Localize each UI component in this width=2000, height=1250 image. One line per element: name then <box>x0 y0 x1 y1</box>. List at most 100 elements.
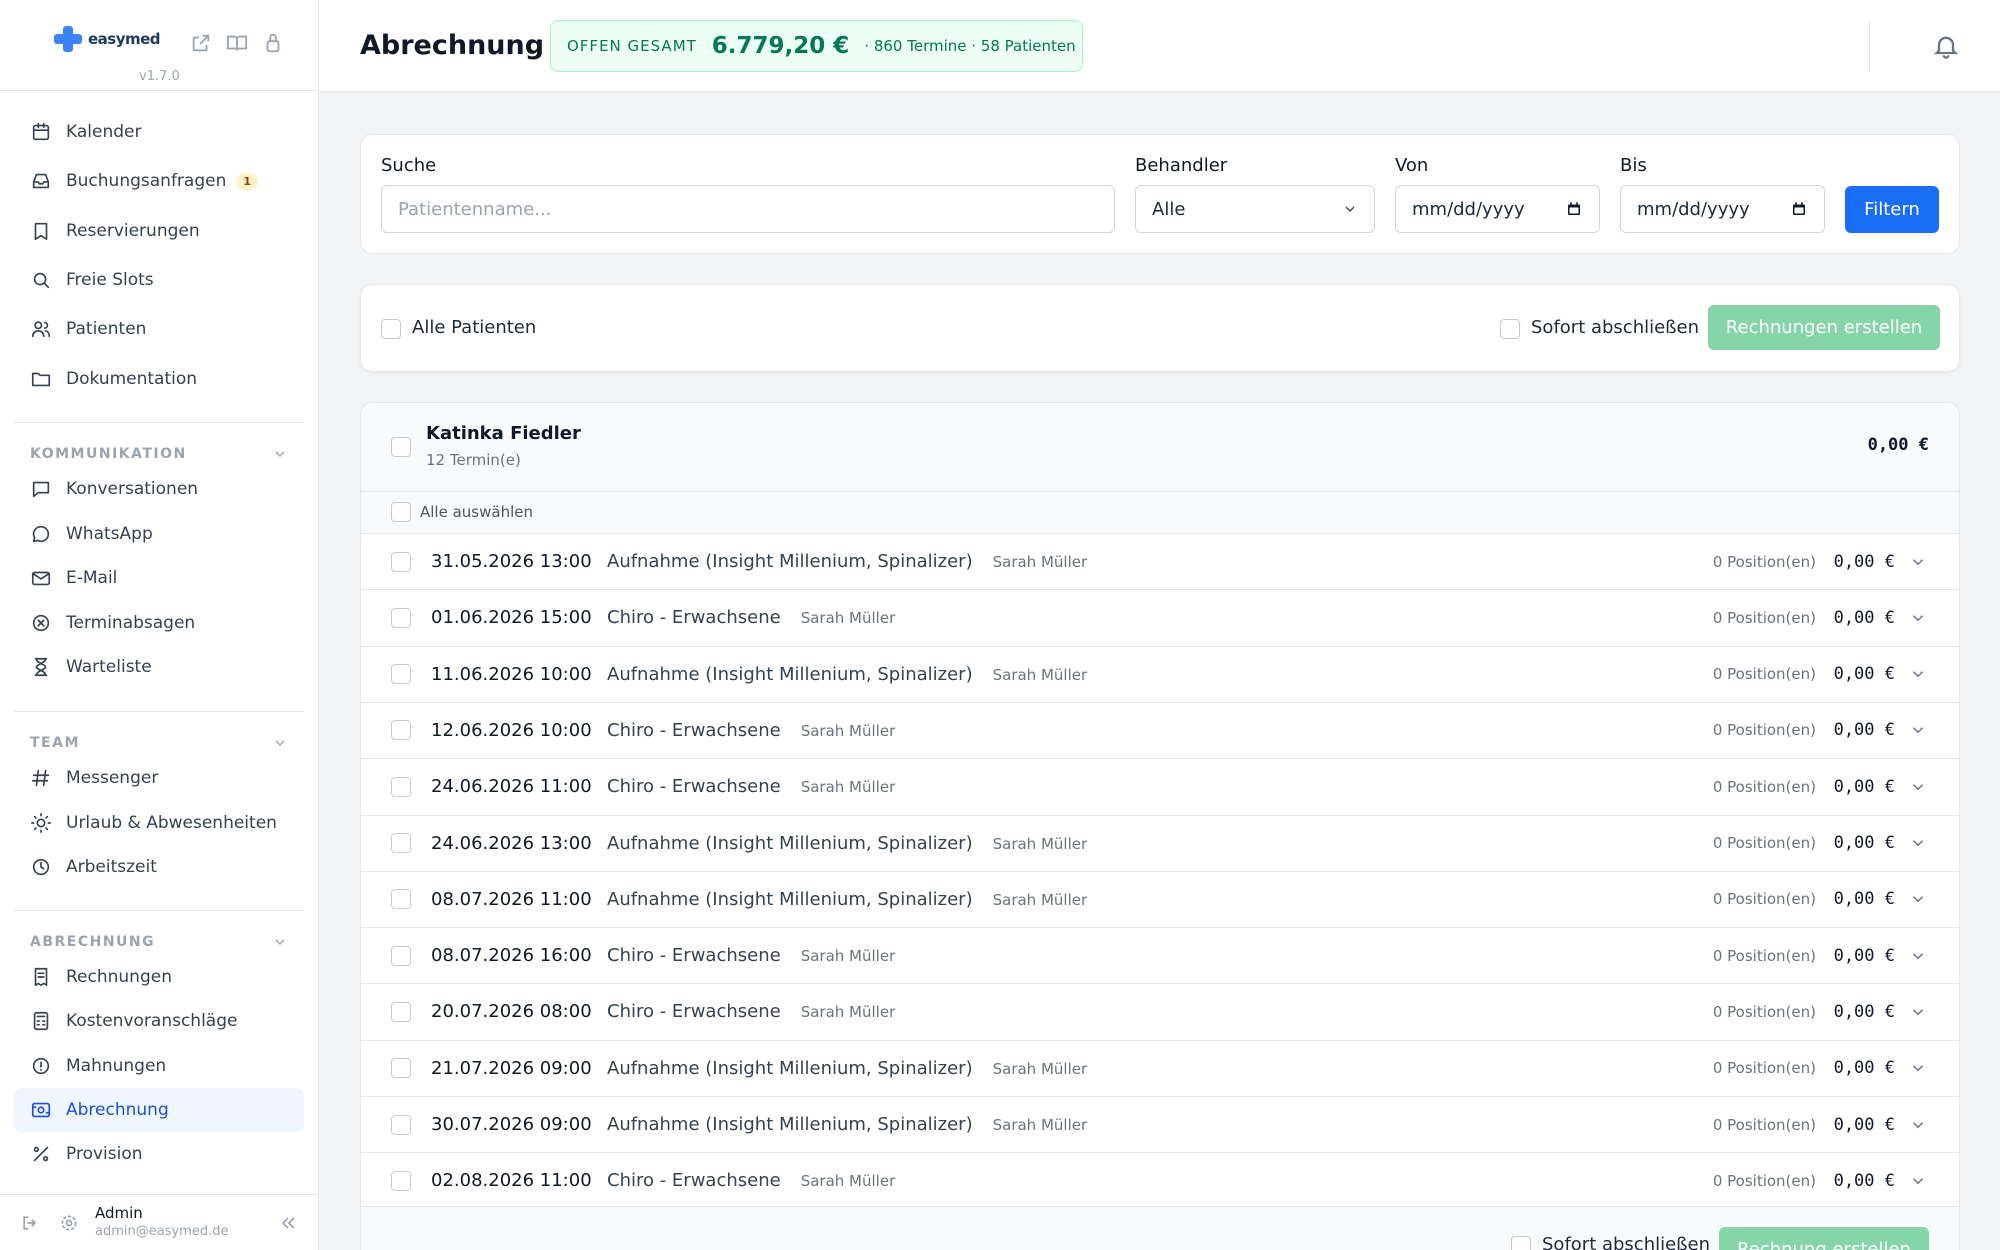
sidebar-item-patienten[interactable]: Patienten <box>14 307 304 351</box>
sidebar-item-reservierungen[interactable]: Reservierungen <box>14 209 304 253</box>
appointment-service: Chiro - Erwachsene <box>607 945 781 967</box>
lock-icon[interactable] <box>262 32 284 54</box>
appointment-row[interactable]: 02.08.2026 11:00 Chiro - Erwachsene Sarah … <box>361 1152 1959 1208</box>
search-input[interactable] <box>381 185 1115 233</box>
appointment-checkbox[interactable] <box>391 776 411 797</box>
patient-total: 0,00 € <box>1867 435 1929 455</box>
chevron-down-icon[interactable] <box>1909 609 1927 627</box>
section-kommunikation[interactable]: KOMMUNIKATION <box>30 446 288 462</box>
filter-button[interactable]: Filtern <box>1845 186 1939 233</box>
patient-close-now-checkbox[interactable] <box>1511 1236 1531 1250</box>
appointment-checkbox[interactable] <box>391 945 411 966</box>
chevron-down-icon[interactable] <box>1909 890 1927 908</box>
all-patients-checkbox[interactable] <box>381 319 401 339</box>
appointment-checkbox[interactable] <box>391 1170 411 1191</box>
to-date-input[interactable]: mm/dd/yyyy <box>1620 185 1825 233</box>
chevron-down-icon[interactable] <box>1909 778 1927 796</box>
appointment-row[interactable]: 21.07.2026 09:00 Aufnahme (Insight Millen… <box>361 1039 1959 1096</box>
appointment-practitioner: Sarah Müller <box>800 778 896 797</box>
chevron-down-icon[interactable] <box>1909 665 1927 683</box>
appointment-checkbox[interactable] <box>391 664 411 685</box>
appointment-amount: 0,00 € <box>1833 720 1895 741</box>
sidebar-item-abrechnung[interactable]: Abrechnung <box>14 1087 304 1132</box>
sidebar-item-warteliste[interactable]: Warteliste <box>14 645 304 689</box>
book-icon[interactable] <box>226 32 248 54</box>
chevron-down-icon[interactable] <box>1909 1172 1927 1190</box>
sidebar-item-dokumentation[interactable]: Dokumentation <box>14 357 304 401</box>
chevron-down-icon[interactable] <box>1909 1059 1927 1077</box>
sidebar-item-freie-slots[interactable]: Freie Slots <box>14 258 304 302</box>
appointment-row[interactable]: 08.07.2026 11:00 Aufnahme (Insight Millen… <box>361 870 1959 927</box>
appointment-row[interactable]: 20.07.2026 08:00 Chiro - Erwachsene Sarah … <box>361 983 1959 1039</box>
from-date-input[interactable]: mm/dd/yyyy <box>1395 185 1600 233</box>
logo[interactable]: easymed <box>54 26 161 52</box>
appointment-row[interactable]: 31.05.2026 13:00 Aufnahme (Insight Millen… <box>361 533 1959 589</box>
close-now-label: Sofort abschließen <box>1531 317 1700 338</box>
settings-icon[interactable] <box>59 1213 79 1233</box>
chevron-down-icon[interactable] <box>1909 1116 1927 1134</box>
appointment-service: Aufnahme (Insight Millenium, Spinalizer) <box>607 1114 973 1135</box>
external-link-icon[interactable] <box>190 32 212 54</box>
logout-icon[interactable] <box>20 1213 40 1233</box>
sidebar-item-terminabsagen[interactable]: Terminabsagen <box>14 601 304 645</box>
appointment-date: 02.08.2026 11:00 <box>431 1170 592 1192</box>
appointment-row[interactable]: 24.06.2026 13:00 Aufnahme (Insight Millen… <box>361 814 1959 871</box>
chevron-down-icon[interactable] <box>1909 1003 1927 1021</box>
sidebar-item-kalender[interactable]: Kalender <box>14 110 304 154</box>
sidebar-item-whatsapp[interactable]: WhatsApp <box>14 512 304 556</box>
chevron-down-icon[interactable] <box>1909 721 1927 739</box>
sidebar-item-provision[interactable]: Provision <box>14 1132 304 1176</box>
section-abrechnung[interactable]: ABRECHNUNG <box>30 934 288 950</box>
appointment-checkbox[interactable] <box>391 607 411 628</box>
appointment-amount: 0,00 € <box>1833 607 1895 628</box>
appointment-checkbox[interactable] <box>391 889 411 910</box>
appointment-service: Aufnahme (Insight Millenium, Spinalizer) <box>607 1057 973 1079</box>
patient-checkbox[interactable] <box>391 437 411 457</box>
create-invoices-button[interactable]: Rechnungen erstellen <box>1708 305 1940 350</box>
appointment-row[interactable]: 01.06.2026 15:00 Chiro - Erwachsene Sarah … <box>361 589 1959 645</box>
appointment-checkbox[interactable] <box>391 833 411 853</box>
calendar-icon[interactable] <box>1790 200 1808 218</box>
from-label: Von <box>1395 155 1429 176</box>
sidebar-item-messenger[interactable]: Messenger <box>14 756 304 800</box>
appointment-checkbox[interactable] <box>391 551 411 572</box>
appointment-row[interactable]: 11.06.2026 10:00 Aufnahme (Insight Millen… <box>361 645 1959 702</box>
patient-close-now-label: Sofort abschließen <box>1542 1234 1711 1250</box>
sidebar-item-label: Kostenvoranschläge <box>66 1011 238 1032</box>
sidebar-item-e-mail[interactable]: E-Mail <box>14 556 304 600</box>
appointment-checkbox[interactable] <box>391 720 411 741</box>
sidebar-item-urlaub-abwesenheiten[interactable]: Urlaub & Abwesenheiten <box>14 801 304 845</box>
sidebar-item-konversationen[interactable]: Konversationen <box>14 467 304 511</box>
calendar-icon[interactable] <box>1565 200 1583 218</box>
sidebar-item-kostenvoranschläge[interactable]: Kostenvoranschläge <box>14 999 304 1043</box>
appointment-row[interactable]: 30.07.2026 09:00 Aufnahme (Insight Millen… <box>361 1096 1959 1152</box>
close-now-checkbox[interactable] <box>1500 319 1520 339</box>
appointment-checkbox[interactable] <box>391 1114 411 1135</box>
patient-header[interactable]: Katinka Fiedler 12 Termin(e) 0,00 € <box>361 403 1959 491</box>
sidebar-item-label: Patienten <box>66 319 147 340</box>
bell-icon[interactable] <box>1932 32 1960 60</box>
sidebar-item-label: Mahnungen <box>66 1055 167 1076</box>
sidebar-item-rechnungen[interactable]: Rechnungen <box>14 955 304 999</box>
appointment-positions: 0 Position(en) <box>1712 1115 1816 1134</box>
appointment-row[interactable]: 08.07.2026 16:00 Chiro - Erwachsene Sarah … <box>361 927 1959 983</box>
appointment-checkbox[interactable] <box>391 1001 411 1022</box>
chevron-down-icon[interactable] <box>1909 834 1927 852</box>
bulk-actions-card: Alle Patienten Sofort abschließen Rechnu… <box>360 284 1960 372</box>
sidebar-item-arbeitszeit[interactable]: Arbeitszeit <box>14 845 304 889</box>
create-invoice-button[interactable]: Rechnung erstellen <box>1719 1227 1929 1250</box>
notification-badge: 1 <box>236 172 259 190</box>
section-team[interactable]: TEAM <box>30 735 288 751</box>
sidebar-item-mahnungen[interactable]: Mahnungen <box>14 1044 304 1088</box>
appointment-practitioner: Sarah Müller <box>800 1172 896 1191</box>
chevron-down-icon[interactable] <box>1909 553 1927 571</box>
collapse-sidebar-icon[interactable] <box>278 1213 298 1233</box>
chevron-down-icon[interactable] <box>1909 947 1927 965</box>
sidebar-item-buchungsanfragen[interactable]: Buchungsanfragen 1 <box>14 159 304 203</box>
appointment-checkbox[interactable] <box>391 1058 411 1079</box>
practitioner-select[interactable]: Alle <box>1135 185 1375 233</box>
appointment-row[interactable]: 24.06.2026 11:00 Chiro - Erwachsene Sarah … <box>361 758 1959 814</box>
select-all-checkbox[interactable] <box>391 502 411 522</box>
appointment-practitioner: Sarah Müller <box>992 890 1088 909</box>
appointment-row[interactable]: 12.06.2026 10:00 Chiro - Erwachsene Sarah … <box>361 701 1959 758</box>
